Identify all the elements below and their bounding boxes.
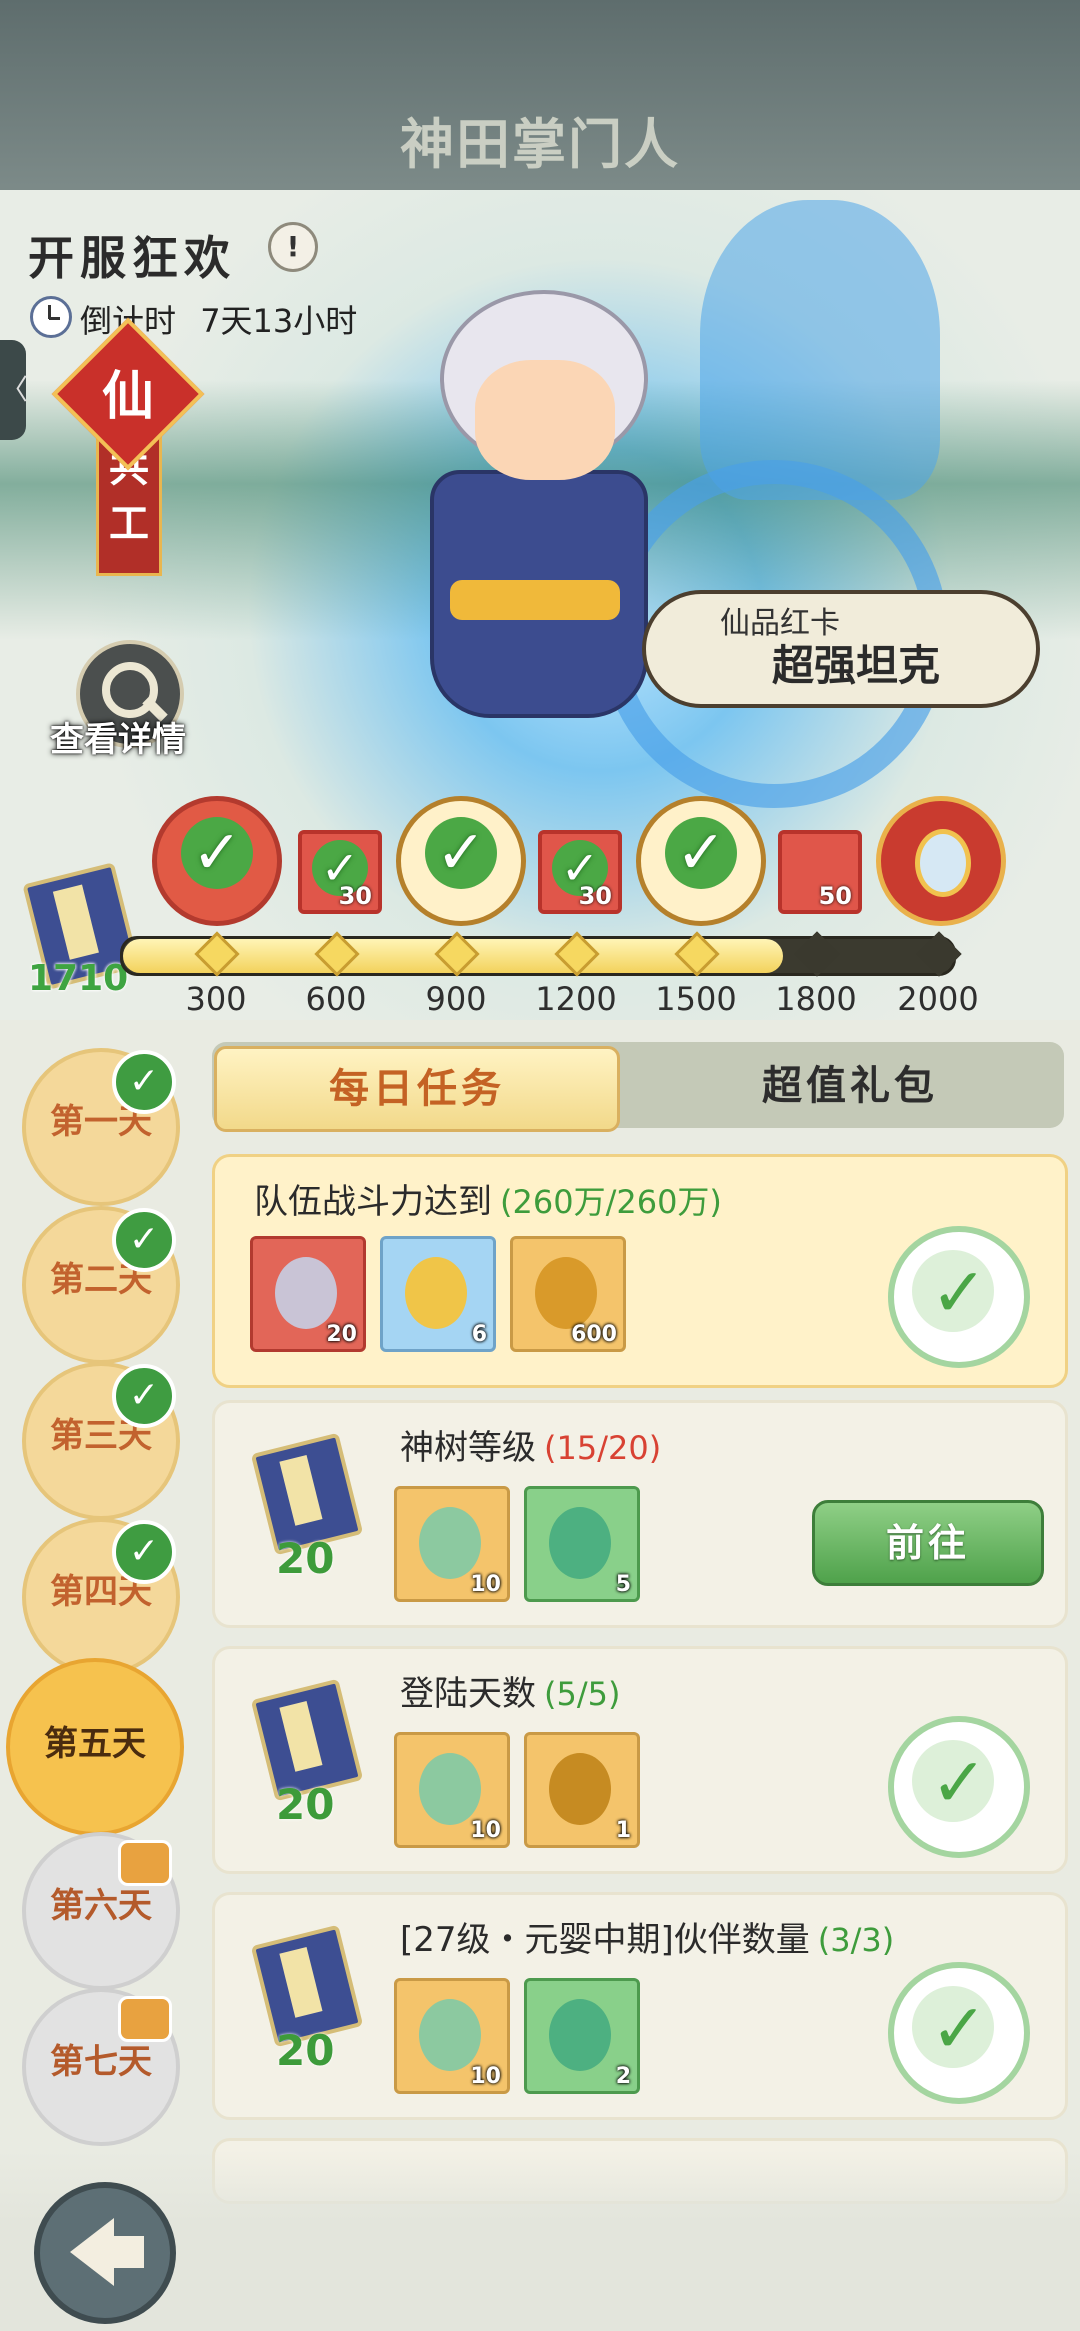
- hero-card-icon: [275, 1257, 337, 1329]
- jade-dragon-icon: [419, 1753, 481, 1825]
- task-title-row: 神树等级 (15/20): [400, 1420, 661, 1469]
- task-progress: (3/3): [817, 1921, 895, 1959]
- rarity-badge-label: 仙: [101, 366, 154, 427]
- ribbon-char-2: 工: [109, 501, 149, 547]
- reward-qty: 1: [615, 1818, 631, 1843]
- tab-daily-tasks[interactable]: 每日任务: [214, 1046, 620, 1132]
- reward-qty: 600: [571, 1322, 617, 1347]
- reward-item[interactable]: 20: [250, 1236, 366, 1352]
- game-logo: 神田掌门人: [400, 112, 680, 176]
- milestone-label: 600: [305, 980, 367, 1018]
- golden-orb-icon: [535, 1257, 597, 1329]
- check-mark: ✓: [930, 1990, 988, 2069]
- reward-item[interactable]: 10: [394, 1732, 510, 1848]
- reward-item[interactable]: 600: [510, 1236, 626, 1352]
- milestone-label: 1800: [775, 980, 857, 1018]
- task-completed-check-icon: ✓: [888, 1962, 1030, 2104]
- milestone-reward-card[interactable]: 50: [778, 830, 862, 914]
- reward-item[interactable]: 10: [394, 1978, 510, 2094]
- milestone-label: 2000: [897, 980, 979, 1018]
- points-value: 1710: [28, 958, 129, 999]
- task-points: 20: [276, 2026, 335, 2075]
- reward-item[interactable]: 1: [524, 1732, 640, 1848]
- milestone-reward-card[interactable]: ✓ 30: [538, 830, 622, 914]
- reward-item[interactable]: 6: [380, 1236, 496, 1352]
- check-mark: ✓: [930, 1744, 988, 1823]
- task-completed-check-icon: ✓: [888, 1226, 1030, 1368]
- check-mark: ✓: [930, 1254, 988, 1333]
- task-title: 神树等级: [400, 1428, 536, 1468]
- back-arrow-icon[interactable]: [34, 2182, 176, 2324]
- event-title: 开服狂欢: [28, 231, 236, 285]
- golden-seal-icon: [549, 1753, 611, 1825]
- reward-item[interactable]: 5: [524, 1486, 640, 1602]
- task-title-row: 登陆天数 (5/5): [400, 1666, 620, 1715]
- reward-item[interactable]: 10: [394, 1486, 510, 1602]
- day-locked-chest-icon: [118, 1996, 172, 2042]
- reward-qty: 10: [470, 1818, 501, 1843]
- task-points: 20: [276, 1534, 335, 1583]
- task-title-row: 队伍战斗力达到 (260万/260万): [254, 1174, 722, 1223]
- milestone-label: 1200: [535, 980, 617, 1018]
- day-locked-chest-icon: [118, 1840, 172, 1886]
- side-drawer-toggle[interactable]: 〈: [0, 340, 28, 440]
- exclamation-icon[interactable]: !: [268, 222, 318, 272]
- reward-qty: 10: [470, 2064, 501, 2089]
- milestone-label: 300: [185, 980, 247, 1018]
- jade-orb-icon: [549, 1999, 611, 2071]
- task-completed-check-icon: ✓: [888, 1716, 1030, 1858]
- claimed-check-icon: ✓: [665, 817, 737, 889]
- promo-title: 超强坦克: [772, 641, 941, 690]
- task-points: 20: [276, 1780, 335, 1829]
- day-complete-check-icon: ✓: [112, 1364, 176, 1428]
- task-title-row: [27级・元婴中期]伙伴数量 (3/3): [400, 1912, 894, 1961]
- milestone-reward-card[interactable]: ✓ 30: [298, 830, 382, 914]
- task-title: 登陆天数: [400, 1674, 536, 1714]
- jade-orb-icon: [549, 1507, 611, 1579]
- reward-qty: 50: [818, 882, 852, 910]
- day-tab-5[interactable]: 第五天: [6, 1658, 184, 1836]
- task-progress: (5/5): [544, 1675, 621, 1713]
- reward-qty: 5: [615, 1572, 631, 1597]
- countdown-value: 7天13小时: [200, 302, 358, 340]
- reward-item[interactable]: 2: [524, 1978, 640, 2094]
- tab-value-packs[interactable]: 超值礼包: [640, 1046, 1060, 1126]
- reward-qty: 10: [470, 1572, 501, 1597]
- reward-qty: 30: [578, 882, 612, 910]
- milestone-reward-helmet[interactable]: ✓: [636, 796, 766, 926]
- milestone-reward-hero[interactable]: ✓: [152, 796, 282, 926]
- reward-qty: 6: [471, 1322, 487, 1347]
- claimed-check-icon: ✓: [181, 817, 253, 889]
- reward-qty: 2: [615, 2064, 631, 2089]
- task-title: 队伍战斗力达到: [254, 1182, 492, 1222]
- claimed-check-icon: ✓: [425, 817, 497, 889]
- reward-qty: 30: [338, 882, 372, 910]
- clock-icon: [30, 296, 72, 338]
- jade-dragon-icon: [419, 1507, 481, 1579]
- go-button[interactable]: 前往: [812, 1500, 1044, 1586]
- jade-dragon-icon: [419, 1999, 481, 2071]
- task-progress: (15/20): [544, 1429, 662, 1467]
- golden-egg-icon: [405, 1257, 467, 1329]
- day-complete-check-icon: ✓: [112, 1208, 176, 1272]
- milestone-reward-mirror[interactable]: [876, 796, 1006, 926]
- hero-face: [475, 360, 615, 480]
- reward-qty: 20: [326, 1322, 357, 1347]
- hero-belt: [450, 580, 620, 620]
- day-complete-check-icon: ✓: [112, 1050, 176, 1114]
- milestone-reward-frame[interactable]: ✓: [396, 796, 526, 926]
- milestone-label: 1500: [655, 980, 737, 1018]
- task-title: [27级・元婴中期]伙伴数量: [400, 1920, 810, 1960]
- milestone-label: 900: [425, 980, 487, 1018]
- water-dragon-illustration: [700, 200, 940, 500]
- day-complete-check-icon: ✓: [112, 1520, 176, 1584]
- view-details-label[interactable]: 查看详情: [50, 712, 186, 761]
- task-progress: (260万/260万): [500, 1183, 722, 1221]
